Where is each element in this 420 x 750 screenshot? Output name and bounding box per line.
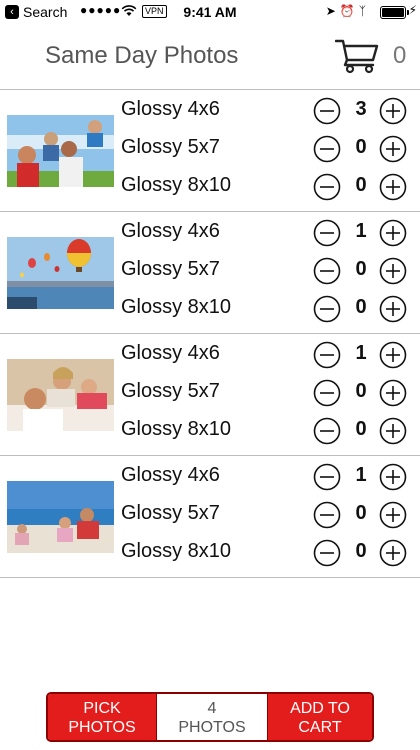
increase-quantity-button[interactable] — [379, 135, 407, 163]
add-to-cart-label: ADD TO — [290, 700, 350, 717]
photo-count-value: 4 — [207, 700, 217, 717]
increase-quantity-button[interactable] — [379, 463, 407, 491]
photo-group: Glossy 4x6 1 Glossy 5x7 0 Glossy 8x10 0 — [0, 334, 420, 456]
print-option-row: Glossy 5x7 0 — [0, 252, 420, 290]
print-size-label: Glossy 5x7 — [121, 258, 220, 280]
quantity-value: 0 — [355, 418, 367, 440]
print-size-label: Glossy 8x10 — [121, 296, 232, 318]
print-size-label: Glossy 4x6 — [121, 464, 220, 486]
cart-icon[interactable] — [334, 38, 379, 74]
decrease-quantity-button[interactable] — [313, 173, 341, 201]
bottom-action-bar: PICK PHOTOS 4 PHOTOS ADD TO CART — [46, 692, 374, 742]
print-option-row: Glossy 5x7 0 — [0, 374, 420, 412]
quantity-value: 1 — [355, 464, 367, 486]
bluetooth-icon: ᛉ — [358, 4, 370, 18]
quantity-value: 1 — [355, 342, 367, 364]
print-option-row: Glossy 4x6 1 — [0, 458, 420, 496]
decrease-quantity-button[interactable] — [313, 257, 341, 285]
photo-group: Glossy 4x6 1 Glossy 5x7 0 Glossy 8x10 0 — [0, 456, 420, 578]
print-option-row: Glossy 8x10 0 — [0, 290, 420, 328]
quantity-value: 0 — [355, 296, 367, 318]
print-option-row: Glossy 8x10 0 — [0, 168, 420, 206]
add-to-cart-button[interactable]: ADD TO CART — [268, 694, 372, 740]
print-option-row: Glossy 4x6 3 — [0, 92, 420, 130]
print-size-label: Glossy 5x7 — [121, 136, 220, 158]
increase-quantity-button[interactable] — [379, 295, 407, 323]
print-option-row: Glossy 8x10 0 — [0, 534, 420, 572]
increase-quantity-button[interactable] — [379, 173, 407, 201]
print-option-row: Glossy 8x10 0 — [0, 412, 420, 450]
print-size-label: Glossy 4x6 — [121, 342, 220, 364]
print-size-label: Glossy 8x10 — [121, 174, 232, 196]
decrease-quantity-button[interactable] — [313, 295, 341, 323]
increase-quantity-button[interactable] — [379, 539, 407, 567]
increase-quantity-button[interactable] — [379, 257, 407, 285]
photo-count-label: PHOTOS — [178, 719, 246, 736]
print-size-label: Glossy 8x10 — [121, 540, 232, 562]
page-title: Same Day Photos — [45, 42, 239, 69]
pick-photos-button[interactable]: PICK PHOTOS — [48, 694, 156, 740]
app-header: Same Day Photos 0 — [0, 26, 420, 90]
photo-count-display: 4 PHOTOS — [156, 694, 268, 740]
decrease-quantity-button[interactable] — [313, 463, 341, 491]
print-size-label: Glossy 5x7 — [121, 502, 220, 524]
quantity-value: 0 — [355, 540, 367, 562]
quantity-value: 0 — [355, 136, 367, 158]
location-icon: ➤ — [325, 4, 340, 18]
print-option-row: Glossy 5x7 0 — [0, 496, 420, 534]
quantity-value: 0 — [355, 380, 367, 402]
print-size-label: Glossy 4x6 — [121, 98, 220, 120]
photo-group: Glossy 4x6 3 Glossy 5x7 0 Glossy 8x10 0 — [0, 90, 420, 212]
pick-photos-label: PHOTOS — [68, 719, 136, 736]
decrease-quantity-button[interactable] — [313, 341, 341, 369]
decrease-quantity-button[interactable] — [313, 417, 341, 445]
charging-icon: ⚡ — [408, 3, 417, 17]
status-bar: ‹ Search ●●●●● VPN 9:41 AM ➤⏰ᛉ ⚡ — [0, 0, 420, 26]
increase-quantity-button[interactable] — [379, 501, 407, 529]
print-option-row: Glossy 5x7 0 — [0, 130, 420, 168]
photo-list: Glossy 4x6 3 Glossy 5x7 0 Glossy 8x10 0 — [0, 90, 420, 578]
cart-count: 0 — [393, 42, 407, 69]
increase-quantity-button[interactable] — [379, 97, 407, 125]
print-size-label: Glossy 5x7 — [121, 380, 220, 402]
decrease-quantity-button[interactable] — [313, 97, 341, 125]
decrease-quantity-button[interactable] — [313, 219, 341, 247]
pick-photos-label: PICK — [83, 700, 121, 717]
quantity-value: 1 — [355, 220, 367, 242]
increase-quantity-button[interactable] — [379, 219, 407, 247]
status-icons: ➤⏰ᛉ — [326, 4, 370, 18]
battery-icon — [380, 6, 409, 19]
quantity-value: 0 — [355, 174, 367, 196]
print-size-label: Glossy 4x6 — [121, 220, 220, 242]
print-size-label: Glossy 8x10 — [121, 418, 232, 440]
increase-quantity-button[interactable] — [379, 417, 407, 445]
decrease-quantity-button[interactable] — [313, 135, 341, 163]
quantity-value: 3 — [355, 98, 367, 120]
decrease-quantity-button[interactable] — [313, 379, 341, 407]
decrease-quantity-button[interactable] — [313, 539, 341, 567]
alarm-icon: ⏰ — [339, 4, 359, 18]
quantity-value: 0 — [355, 502, 367, 524]
increase-quantity-button[interactable] — [379, 341, 407, 369]
quantity-value: 0 — [355, 258, 367, 280]
decrease-quantity-button[interactable] — [313, 501, 341, 529]
add-to-cart-label: CART — [298, 719, 342, 736]
print-option-row: Glossy 4x6 1 — [0, 336, 420, 374]
print-option-row: Glossy 4x6 1 — [0, 214, 420, 252]
increase-quantity-button[interactable] — [379, 379, 407, 407]
photo-group: Glossy 4x6 1 Glossy 5x7 0 Glossy 8x10 0 — [0, 212, 420, 334]
